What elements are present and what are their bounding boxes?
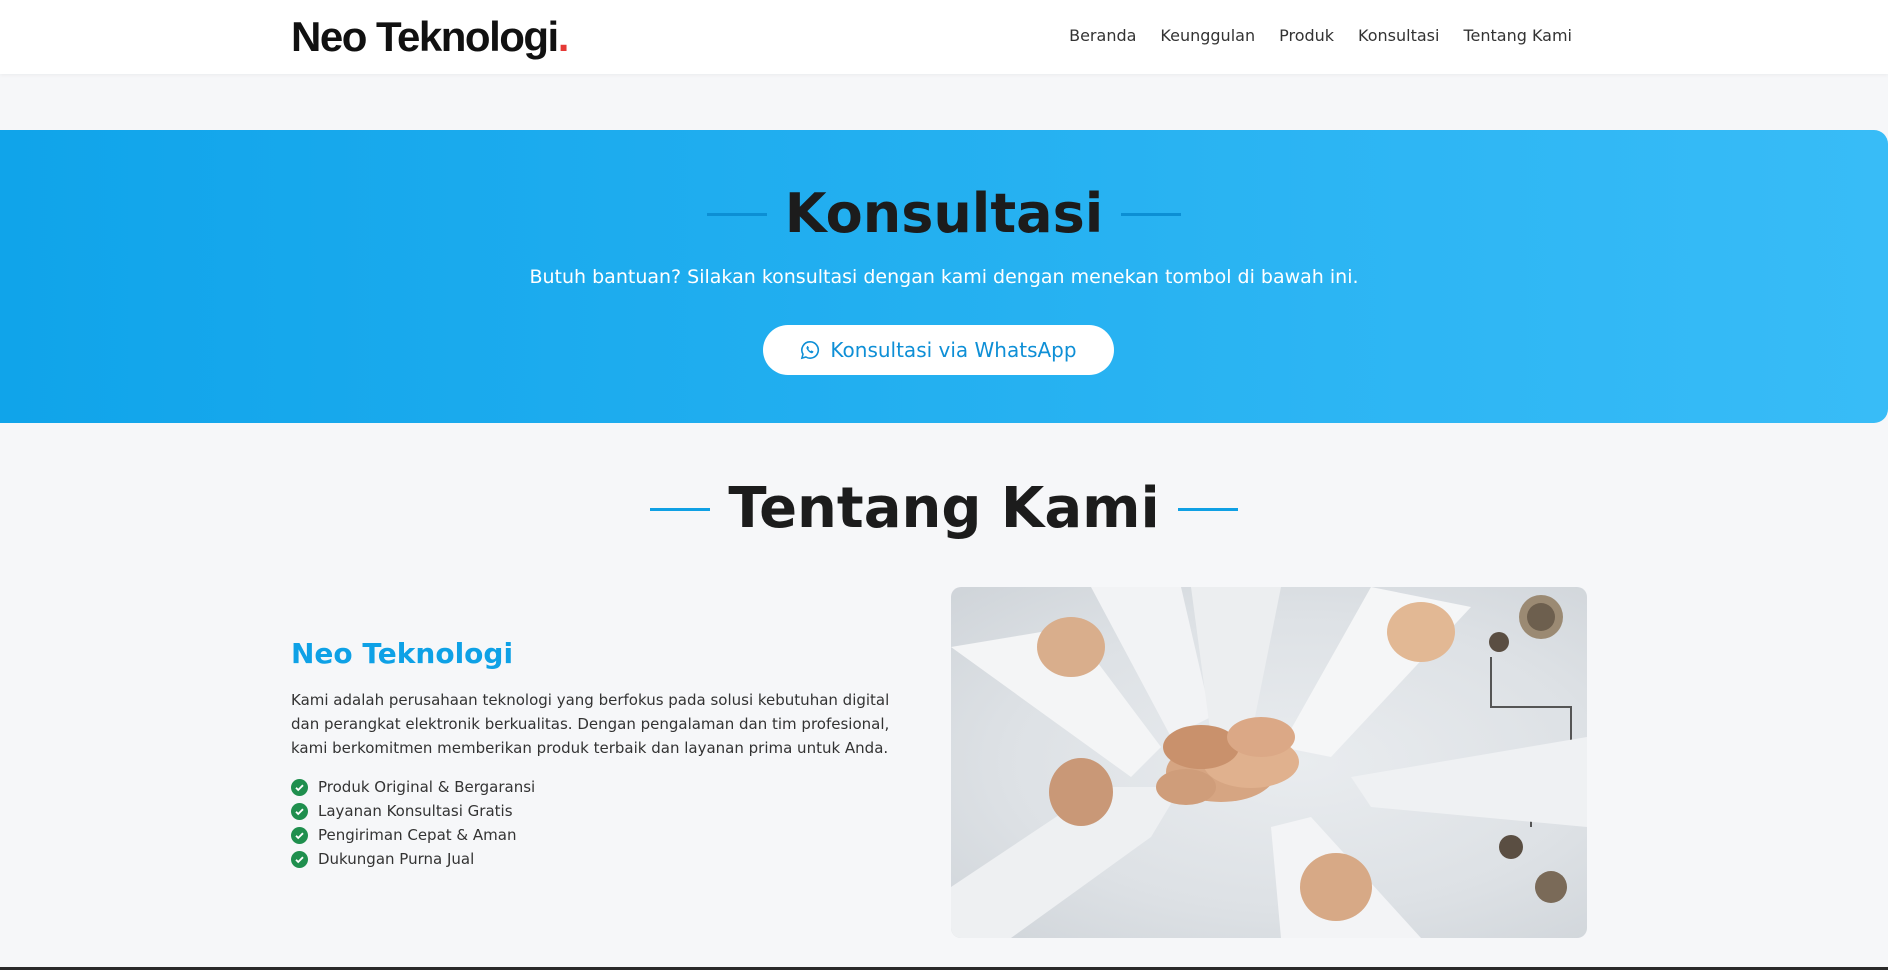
about-title: Tentang Kami [728,476,1160,541]
feature-item: Pengiriman Cepat & Aman [291,823,535,847]
consultation-section: Konsultasi Butuh bantuan? Silakan konsul… [0,130,1888,423]
feature-item: Dukungan Purna Jual [291,847,535,871]
heading-line-right [1121,212,1182,216]
check-circle-icon [291,826,308,844]
check-circle-icon [291,850,308,868]
whatsapp-button-label: Konsultasi via WhatsApp [830,338,1077,362]
nav-item-konsultasi[interactable]: Konsultasi [1358,26,1439,45]
feature-list: Produk Original & Bergaransi Layanan Kon… [291,775,535,871]
feature-label: Produk Original & Bergaransi [318,778,536,796]
navbar: Neo Teknologi. Beranda Keunggulan Produk… [0,0,1888,74]
check-circle-icon [291,778,308,796]
check-circle-icon [291,802,308,820]
whatsapp-icon [800,340,820,360]
heading-line-left [650,507,711,511]
company-name: Neo Teknologi [291,637,514,670]
company-description: Kami adalah perusahaan teknologi yang be… [291,691,890,757]
nav-menu: Beranda Keunggulan Produk Konsultasi Ten… [1069,26,1572,45]
team-photo [951,587,1587,938]
nav-item-beranda[interactable]: Beranda [1069,26,1136,45]
consultation-title: Konsultasi [784,182,1104,245]
nav-item-produk[interactable]: Produk [1279,26,1334,45]
consultation-subtitle: Butuh bantuan? Silakan konsultasi dengan… [529,266,1359,288]
heading-line-left [706,212,767,216]
consultation-heading: Konsultasi [0,182,1888,246]
brand-name: Neo Teknologi [291,13,559,60]
heading-line-right [1177,507,1238,511]
feature-item: Produk Original & Bergaransi [291,775,535,799]
feature-item: Layanan Konsultasi Gratis [291,799,535,823]
whatsapp-consult-button[interactable]: Konsultasi via WhatsApp [763,325,1114,375]
brand-logo[interactable]: Neo Teknologi. [291,12,570,62]
about-heading: Tentang Kami [0,476,1888,542]
feature-label: Dukungan Purna Jual [318,850,475,868]
feature-label: Layanan Konsultasi Gratis [318,802,513,820]
nav-item-tentang-kami[interactable]: Tentang Kami [1463,26,1572,45]
nav-item-keunggulan[interactable]: Keunggulan [1160,26,1255,45]
feature-label: Pengiriman Cepat & Aman [318,826,517,844]
brand-dot: . [557,13,570,60]
